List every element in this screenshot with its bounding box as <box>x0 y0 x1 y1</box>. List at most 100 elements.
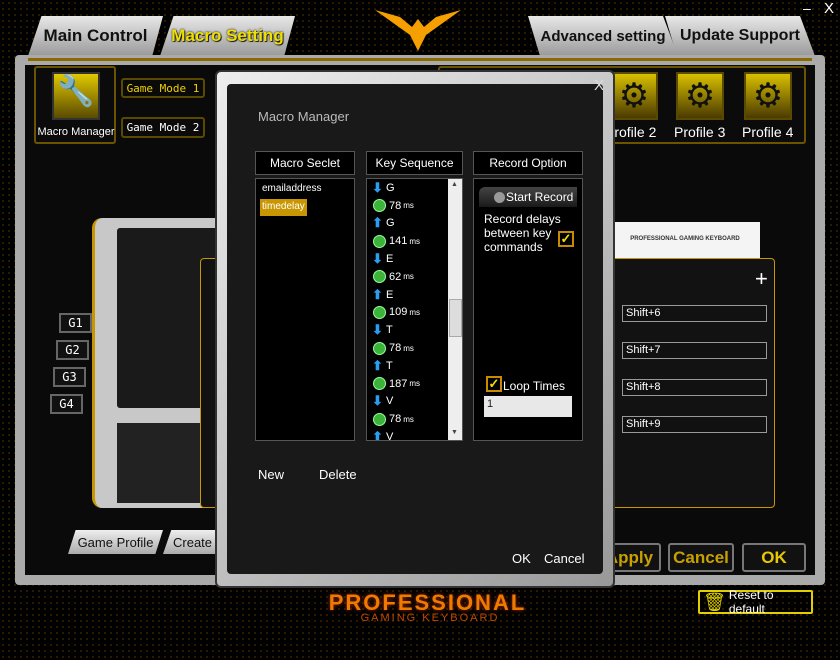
sequence-item[interactable]: 78 ms <box>367 197 447 215</box>
scroll-thumb[interactable] <box>449 299 462 337</box>
delay-unit: ms <box>403 201 414 211</box>
new-button[interactable]: New <box>258 467 284 482</box>
profile-2-gear-icon[interactable]: ⚙ <box>610 72 658 120</box>
record-options: Start Record Record delays between key c… <box>473 178 583 441</box>
minimize-button[interactable]: – <box>803 0 811 16</box>
sequence-item[interactable]: ⬇ T <box>367 321 447 339</box>
dialog-close-button[interactable]: X <box>594 77 604 94</box>
delay-value: 78 <box>389 413 402 426</box>
delay-value: 78 <box>389 342 402 355</box>
sequence-item[interactable]: ⬆ T <box>367 357 447 375</box>
dialog-ok-button[interactable]: OK <box>512 551 531 566</box>
delay-value: 141 <box>389 235 408 248</box>
profile-4-gear-icon[interactable]: ⚙ <box>744 72 792 120</box>
sequence-item[interactable]: 78 ms <box>367 339 447 357</box>
macro-select-header: Macro Seclet <box>255 151 355 175</box>
key-label: E <box>386 288 394 301</box>
delete-button[interactable]: Delete <box>319 467 357 482</box>
profile-3-gear-icon[interactable]: ⚙ <box>676 72 724 120</box>
arrow-up-icon: ⬆ <box>372 286 383 302</box>
arrow-up-icon: ⬆ <box>372 429 383 441</box>
dialog-cancel-button[interactable]: Cancel <box>544 551 584 566</box>
record-option-header: Record Option <box>473 151 583 175</box>
clock-icon <box>373 234 386 248</box>
add-icon[interactable]: + <box>755 266 768 292</box>
ok-button[interactable]: OK <box>742 543 806 572</box>
key-label: G <box>386 217 395 230</box>
g1-key[interactable]: G1 <box>59 313 92 333</box>
delay-unit: ms <box>403 343 414 353</box>
loop-times-input[interactable]: 1 <box>484 396 572 417</box>
tab-game-profile[interactable]: Game Profile <box>68 530 163 554</box>
macro-manager-button[interactable]: 🔧 Macro Manager <box>34 66 116 144</box>
sequence-item[interactable]: 78 ms <box>367 410 447 428</box>
scroll-up-icon[interactable]: ▲ <box>451 181 458 188</box>
sequence-item[interactable]: 141 ms <box>367 232 447 250</box>
sequence-item[interactable]: ⬇ G <box>367 179 447 197</box>
assignment-field[interactable]: Shift+6 <box>622 305 767 322</box>
divider <box>28 58 812 61</box>
game-mode-2-button[interactable]: Game Mode 2 <box>121 117 205 138</box>
tab-macro-setting[interactable]: Macro Setting <box>160 16 295 56</box>
key-label: T <box>386 324 393 337</box>
sequence-item[interactable]: 187 ms <box>367 375 447 393</box>
key-label: V <box>386 431 394 441</box>
delay-unit: ms <box>403 414 414 424</box>
macro-item[interactable]: timedelay <box>260 199 307 216</box>
delay-unit: ms <box>409 236 421 246</box>
sequence-item[interactable]: ⬇ V <box>367 393 447 411</box>
game-mode-1-button[interactable]: Game Mode 1 <box>121 78 205 98</box>
sequence-item[interactable]: ⬇ E <box>367 250 447 268</box>
delay-unit: ms <box>403 272 414 282</box>
sequence-item[interactable]: ⬆ V <box>367 428 447 441</box>
arrow-up-icon: ⬆ <box>372 357 383 373</box>
clock-icon <box>373 199 386 213</box>
g3-key[interactable]: G3 <box>53 367 86 387</box>
g4-key[interactable]: G4 <box>50 394 83 414</box>
key-label: T <box>386 359 393 372</box>
tab-advanced-setting[interactable]: Advanced setting <box>528 16 678 56</box>
wrench-icon: 🔧 <box>52 72 100 120</box>
sequence-item[interactable]: ⬆ G <box>367 215 447 233</box>
eagle-logo <box>375 10 461 51</box>
sequence-item[interactable]: 62 ms <box>367 268 447 286</box>
start-record-button[interactable]: Start Record <box>479 187 577 207</box>
delay-unit: ms <box>409 379 421 389</box>
cancel-button[interactable]: Cancel <box>668 543 734 572</box>
macro-item[interactable]: emailaddress <box>260 181 323 198</box>
clock-icon <box>373 270 386 284</box>
close-button[interactable]: X <box>824 0 834 17</box>
record-delays-checkbox[interactable]: ✓ <box>558 231 574 247</box>
assignment-field[interactable]: Shift+9 <box>622 416 767 433</box>
profile-4-label[interactable]: Profile 4 <box>742 124 793 140</box>
reset-to-default-button[interactable]: 🗑 Reset to default <box>698 588 813 616</box>
g2-key[interactable]: G2 <box>56 340 89 360</box>
assignment-field[interactable]: Shift+8 <box>622 379 767 396</box>
clock-icon <box>373 305 386 319</box>
profile-3-label[interactable]: Profile 3 <box>674 124 725 140</box>
tab-main-control[interactable]: Main Control <box>28 16 163 56</box>
start-record-label: Start Record <box>506 190 574 204</box>
delay-value: 109 <box>389 306 408 319</box>
reset-label: Reset to default <box>728 588 774 616</box>
clock-icon <box>373 341 386 355</box>
key-sequence-list: ⬇ G 78 ms ⬆ G 141 ms ⬇ E 62 ms ⬆ E 109 ms ⬇ T 78 ms ⬆ T 187 ms ⬇… <box>366 178 463 441</box>
arrow-down-icon: ⬇ <box>372 322 383 338</box>
record-delays-label: Record delays between key commands <box>484 212 561 254</box>
assignment-field[interactable]: Shift+7 <box>622 342 767 359</box>
tab-create[interactable]: Create <box>163 530 218 554</box>
delay-value: 78 <box>389 199 402 212</box>
arrow-down-icon: ⬇ <box>372 251 383 267</box>
scrollbar[interactable]: ▲ ▼ <box>448 179 462 440</box>
loop-times-checkbox[interactable]: ✓ <box>486 376 502 392</box>
tab-update-support[interactable]: Update Support <box>665 16 815 56</box>
key-label: G <box>386 181 395 194</box>
record-icon <box>494 191 505 203</box>
sequence-item[interactable]: ⬆ E <box>367 286 447 304</box>
scroll-down-icon[interactable]: ▼ <box>451 429 458 436</box>
sequence-item[interactable]: 109 ms <box>367 304 447 322</box>
key-sequence-header: Key Sequence <box>366 151 463 175</box>
macro-manager-label: Macro Manager <box>37 126 115 138</box>
loop-times-label: Loop Times <box>503 379 566 393</box>
key-label: V <box>386 395 394 408</box>
